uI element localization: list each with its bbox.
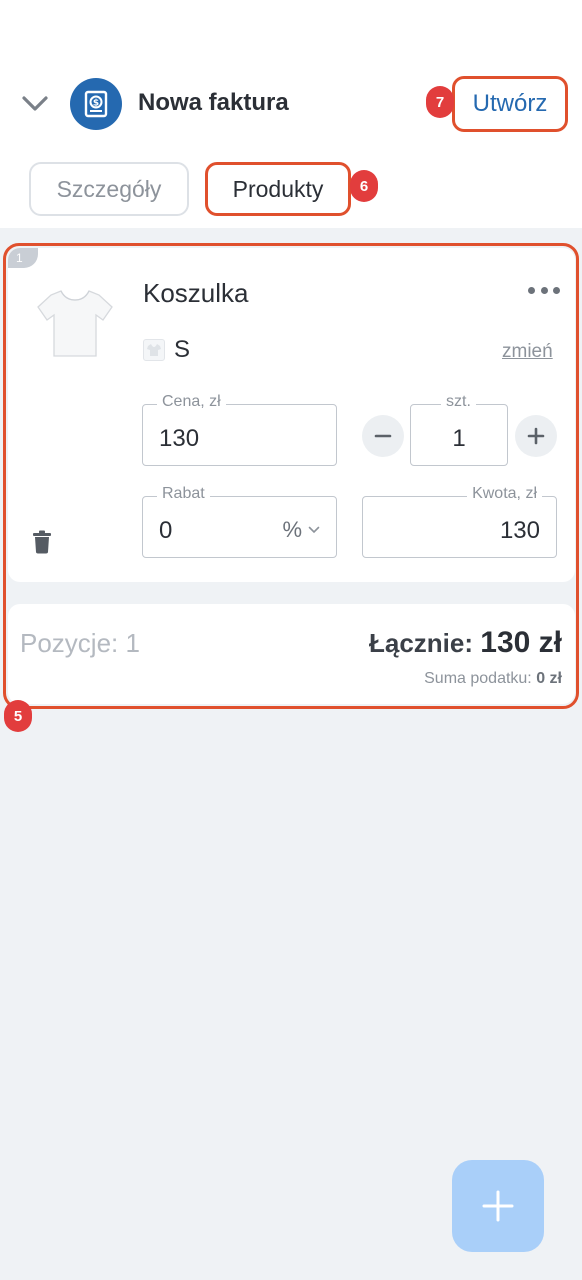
step-marker-6: 6 <box>350 170 378 202</box>
amount-field[interactable]: Kwota, zł 130 <box>362 485 557 558</box>
tax-label: Suma podatku: <box>424 670 532 687</box>
change-variant-link[interactable]: zmień <box>502 341 553 363</box>
total-value: 130 zł <box>480 626 562 659</box>
quantity-field[interactable]: szt. 1 <box>410 393 508 466</box>
price-value[interactable]: 130 <box>159 425 199 453</box>
discount-label: Rabat <box>157 485 210 503</box>
product-name: Koszulka <box>143 278 249 308</box>
more-options-icon[interactable] <box>528 280 560 300</box>
discount-value[interactable]: 0 <box>159 517 172 545</box>
price-label: Cena, zł <box>157 393 226 411</box>
add-product-button[interactable] <box>452 1160 544 1252</box>
quantity-label: szt. <box>441 393 476 411</box>
product-variant: S <box>174 336 191 363</box>
discount-field[interactable]: Rabat 0 % <box>142 485 337 558</box>
tax-value: 0 zł <box>536 670 562 687</box>
trash-icon[interactable] <box>32 530 52 554</box>
tab-details[interactable]: Szczegóły <box>29 162 189 216</box>
product-thumbnail <box>34 282 116 364</box>
discount-unit-select[interactable]: % <box>282 517 320 543</box>
step-marker-5: 5 <box>4 700 32 732</box>
increase-quantity-button[interactable] <box>515 415 557 457</box>
total-label: Łącznie: <box>369 628 474 658</box>
tab-products[interactable]: Produkty <box>205 162 351 216</box>
variant-shirt-icon <box>143 339 165 361</box>
create-button[interactable]: Utwórz <box>452 76 568 132</box>
page-title: Nowa faktura <box>138 89 289 116</box>
amount-label: Kwota, zł <box>467 485 542 503</box>
decrease-quantity-button[interactable] <box>362 415 404 457</box>
quantity-value[interactable]: 1 <box>411 425 507 453</box>
total-amount: Łącznie: 130 zł <box>369 626 562 660</box>
price-field[interactable]: Cena, zł 130 <box>142 393 337 466</box>
invoice-logo-icon: $ <box>70 78 122 130</box>
step-marker-7: 7 <box>426 86 454 118</box>
svg-text:$: $ <box>93 99 99 109</box>
amount-value[interactable]: 130 <box>500 517 540 545</box>
discount-unit: % <box>282 517 302 542</box>
chevron-down-icon[interactable] <box>20 90 50 116</box>
chevron-down-small-icon <box>308 526 320 534</box>
plus-icon <box>482 1190 514 1222</box>
positions-count: Pozycje: 1 <box>20 628 140 658</box>
tax-sum: Suma podatku: 0 zł <box>424 670 562 688</box>
